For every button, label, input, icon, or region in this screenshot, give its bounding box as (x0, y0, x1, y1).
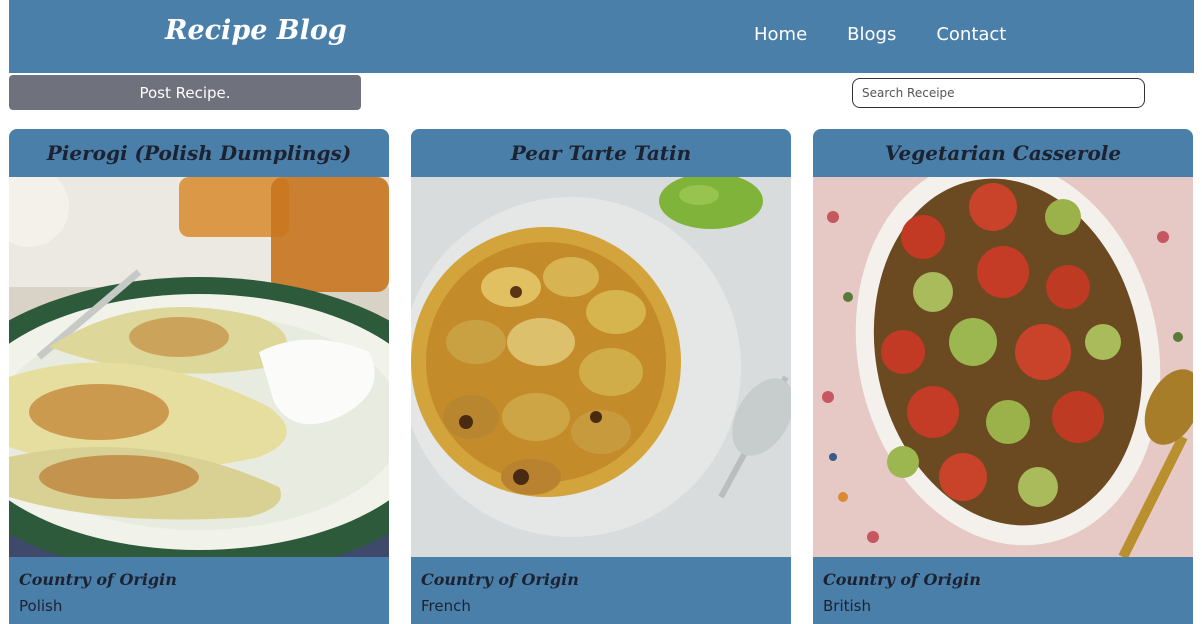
origin-label: Country of Origin (421, 570, 579, 589)
nav-links: Home Blogs Contact (754, 24, 1006, 45)
origin-value: French (421, 597, 471, 615)
recipe-title: Pierogi (Polish Dumplings) (46, 141, 352, 165)
recipe-image-vegetarian-casserole (813, 177, 1193, 557)
origin-label: Country of Origin (19, 570, 177, 589)
origin-label: Country of Origin (823, 570, 981, 589)
recipe-card-vegetarian-casserole[interactable]: Vegetarian Casserole Country of Origin B… (813, 129, 1193, 624)
search-input[interactable] (852, 78, 1145, 108)
recipe-card-pierogi[interactable]: Pierogi (Polish Dumplings) Country of Or… (9, 129, 389, 624)
recipe-image-pierogi (9, 177, 389, 557)
origin-value: Polish (19, 597, 63, 615)
recipe-image-pear-tarte-tatin (411, 177, 791, 557)
nav-link-home[interactable]: Home (754, 24, 807, 45)
post-recipe-button[interactable]: Post Recipe. (9, 75, 361, 110)
recipe-card-pear-tarte-tatin[interactable]: Pear Tarte Tatin Country of Origin Frenc… (411, 129, 791, 624)
nav-link-blogs[interactable]: Blogs (847, 24, 896, 45)
site-logo[interactable]: Recipe Blog (165, 15, 347, 46)
recipe-title: Vegetarian Casserole (884, 141, 1122, 165)
nav-link-contact[interactable]: Contact (936, 24, 1006, 45)
recipe-title: Pear Tarte Tatin (510, 141, 692, 165)
origin-value: British (823, 597, 871, 615)
navbar: Recipe Blog Home Blogs Contact (9, 0, 1194, 73)
